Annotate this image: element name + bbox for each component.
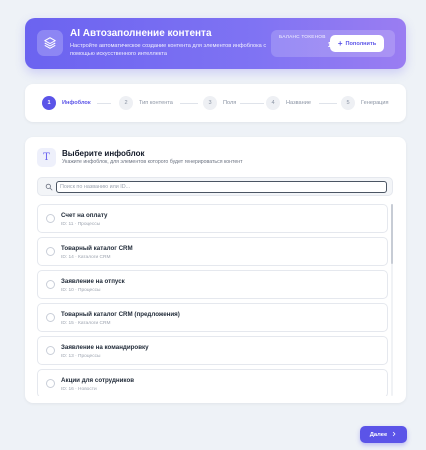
step-label: Инфоблок xyxy=(62,100,91,106)
search-bar xyxy=(37,177,393,196)
chevron-right-icon xyxy=(391,431,397,439)
list-item[interactable]: Заявление на командировку ID: 13 · Проце… xyxy=(37,336,388,365)
replenish-button[interactable]: + Пополнить xyxy=(330,35,384,52)
item-meta: ID: 10 · Процессы xyxy=(61,288,101,293)
list-scrollbar-thumb[interactable] xyxy=(391,204,393,264)
header-banner: AI Автозаполнение контента Настройте авт… xyxy=(25,18,406,69)
item-meta: ID: 14 · Каталоги CRM xyxy=(61,255,111,260)
step-label: Генерация xyxy=(361,100,389,106)
step-name[interactable]: 4 Название xyxy=(266,96,311,110)
item-meta: ID: 11 · Процессы xyxy=(61,222,101,227)
radio-button[interactable] xyxy=(46,214,55,223)
list-item[interactable]: Товарный каталог CRM (предложения) ID: 1… xyxy=(37,303,388,332)
plus-icon: + xyxy=(337,38,343,48)
token-balance: Баланс токенов 10 000 + Пополнить xyxy=(271,30,395,57)
radio-button[interactable] xyxy=(46,313,55,322)
page-description: Настройте автоматическое создание контен… xyxy=(70,43,267,57)
wizard-stepper: 1 Инфоблок 2 Тип контента 3 Поля 4 Назва… xyxy=(25,84,406,122)
radio-button[interactable] xyxy=(46,247,55,256)
list-item[interactable]: Заявление на отпуск ID: 10 · Процессы xyxy=(37,270,388,299)
item-name: Акции для сотрудников xyxy=(61,377,135,384)
item-meta: ID: 13 · Процессы xyxy=(61,354,101,359)
step-label: Поля xyxy=(223,100,237,106)
item-name: Счет на оплату xyxy=(61,212,108,219)
item-name: Товарный каталог CRM (предложения) xyxy=(61,311,180,318)
next-button[interactable]: Далее xyxy=(360,426,407,443)
step-connector xyxy=(240,103,264,104)
item-meta: ID: 16 · Новости xyxy=(61,387,97,392)
list-item[interactable]: Счет на оплату ID: 11 · Процессы xyxy=(37,204,388,233)
item-name: Товарный каталог CRM xyxy=(61,245,133,252)
list-item[interactable]: Товарный каталог CRM ID: 14 · Каталоги C… xyxy=(37,237,388,266)
step-label: Тип контента xyxy=(139,100,173,106)
infoblock-list[interactable]: Счет на оплату ID: 11 · Процессы Товарны… xyxy=(37,204,393,396)
replenish-label: Пополнить xyxy=(345,40,377,47)
step-generation[interactable]: 5 Генерация xyxy=(341,96,389,110)
next-label: Далее xyxy=(369,431,388,438)
item-name: Заявление на командировку xyxy=(61,344,149,351)
step-number: 2 xyxy=(119,96,133,110)
section-subtitle: Укажите инфоблок, для элементов которого… xyxy=(62,159,243,165)
search-input[interactable] xyxy=(56,181,387,193)
infoblock-selection-card: T Выберите инфоблок Укажите инфоблок, дл… xyxy=(25,137,406,403)
page-title: AI Автозаполнение контента xyxy=(70,28,212,39)
step-label: Название xyxy=(286,100,311,106)
layers-icon xyxy=(37,30,63,56)
step-number: 5 xyxy=(341,96,355,110)
step-connector xyxy=(180,103,198,104)
radio-button[interactable] xyxy=(46,280,55,289)
step-connector xyxy=(97,103,111,104)
step-number: 3 xyxy=(203,96,217,110)
step-fields[interactable]: 3 Поля xyxy=(203,96,236,110)
radio-button[interactable] xyxy=(46,379,55,388)
step-content-type[interactable]: 2 Тип контента xyxy=(119,96,173,110)
item-name: Заявление на отпуск xyxy=(61,278,125,285)
balance-label: Баланс токенов xyxy=(279,35,326,40)
radio-button[interactable] xyxy=(46,346,55,355)
text-type-icon: T xyxy=(37,148,56,167)
list-item[interactable]: Акции для сотрудников ID: 16 · Новости xyxy=(37,369,388,396)
step-infoblock[interactable]: 1 Инфоблок xyxy=(42,96,91,110)
step-number: 1 xyxy=(42,96,56,110)
section-title: Выберите инфоблок xyxy=(62,149,145,158)
item-meta: ID: 15 · Каталоги CRM xyxy=(61,321,111,326)
step-connector xyxy=(319,103,337,104)
search-icon xyxy=(44,182,54,192)
step-number: 4 xyxy=(266,96,280,110)
